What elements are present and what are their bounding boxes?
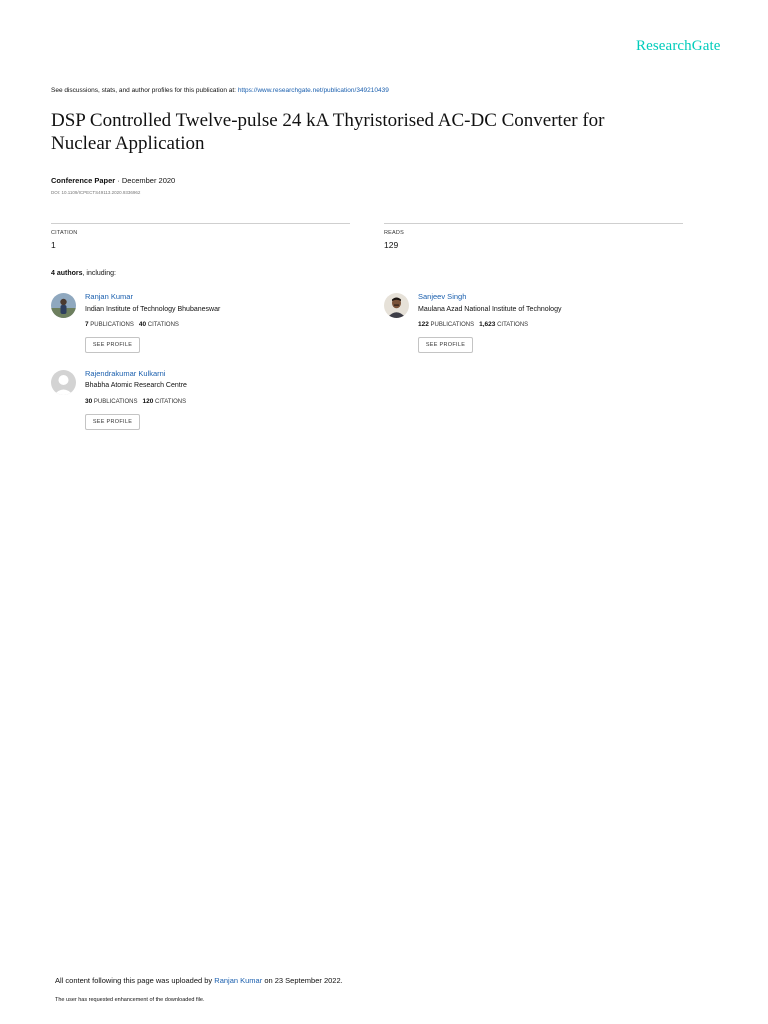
citations-label: CITATIONS [497,322,529,328]
authors-count: 4 authors [51,270,83,277]
citations-count: 120 [142,398,154,405]
author-name[interactable]: Ranjan Kumar [85,292,133,301]
authors-heading: 4 authors, including: [51,270,116,277]
author-stats: 122 PUBLICATIONS 1,623 CITATIONS [418,321,528,328]
author-institution: Maulana Azad National Institute of Techn… [418,306,562,313]
see-profile-button[interactable]: SEE PROFILE [85,337,140,353]
default-avatar-icon [51,370,76,395]
reads-count: 129 [384,240,399,250]
discussion-text: See discussions, stats, and author profi… [51,87,236,94]
doi: DOI: 10.1109/ICPECTS49113.2020.9336962 [51,190,141,195]
enhancement-note: The user has requested enhancement of th… [55,997,205,1003]
title-line-2: Nuclear Application [51,133,205,154]
author-institution: Bhabha Atomic Research Centre [85,382,187,389]
see-profile-button[interactable]: SEE PROFILE [418,337,473,353]
avatar-sanjeev-singh[interactable] [384,293,409,318]
paper-title: DSP Controlled Twelve-pulse 24 kA Thyris… [51,109,711,155]
authors-suffix: , including: [82,270,116,277]
publications-count: 122 [418,321,429,328]
citations-count: 1,623 [479,321,496,328]
publications-label: PUBLICATIONS [93,399,138,405]
author-name[interactable]: Sanjeev Singh [418,292,466,301]
discussion-line: See discussions, stats, and author profi… [51,87,389,94]
publications-count: 7 [85,321,89,328]
author-stats: 7 PUBLICATIONS 40 CITATIONS [85,321,179,328]
see-profile-button[interactable]: SEE PROFILE [85,414,140,430]
publications-label: PUBLICATIONS [90,322,134,328]
paper-date: · December 2020 [115,176,176,185]
author-institution: Indian Institute of Technology Bhubanesw… [85,306,221,313]
publications-count: 30 [85,398,93,405]
divider-left [51,223,350,224]
avatar-ranjan-kumar[interactable] [51,293,76,318]
citation-count: 1 [51,240,56,250]
paper-type: Conference Paper [51,176,116,185]
author-photo-icon [384,293,409,318]
author-photo-icon [51,293,76,318]
citations-label: CITATIONS [155,399,187,405]
citations-label: CITATIONS [147,322,179,328]
upload-suffix: on 23 September 2022. [264,976,343,985]
author-stats: 30 PUBLICATIONS 120 CITATIONS [85,398,186,405]
publication-type: Conference Paper · December 2020 [51,176,175,185]
reads-label: READS [384,230,404,236]
author-name[interactable]: Rajendrakumar Kulkarni [85,369,165,378]
upload-prefix: All content following this page was uplo… [55,976,213,985]
avatar-rajendrakumar-kulkarni[interactable] [51,370,76,395]
publications-label: PUBLICATIONS [430,322,475,328]
researchgate-logo[interactable]: ResearchGate [636,38,720,55]
upload-note: All content following this page was uplo… [55,976,343,985]
publication-link[interactable]: https://www.researchgate.net/publication… [238,87,389,94]
uploader-link[interactable]: Ranjan Kumar [214,976,262,985]
citations-count: 40 [138,321,147,328]
citation-label: CITATION [51,230,78,236]
divider-right [384,223,683,224]
title-line-1: DSP Controlled Twelve-pulse 24 kA Thyris… [51,110,605,131]
